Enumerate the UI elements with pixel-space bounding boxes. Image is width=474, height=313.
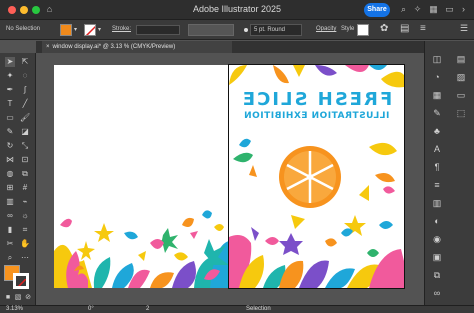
live-paint-tool-icon[interactable]: ⧉ bbox=[20, 169, 30, 179]
selection-status: No Selection bbox=[6, 26, 41, 32]
artboards-icon[interactable]: ▭ bbox=[455, 89, 467, 101]
color-mode-icon[interactable]: ■ bbox=[3, 293, 13, 303]
document-tab-label: window display.ai* @ 3.13 % (CMYK/Previe… bbox=[52, 44, 176, 50]
color-guide-icon[interactable]: ◔ bbox=[431, 71, 443, 83]
mesh-tool-icon[interactable]: # bbox=[20, 183, 30, 193]
libraries-icon[interactable]: ▤ bbox=[455, 53, 467, 65]
panel-menu-icon[interactable]: ☰ bbox=[460, 23, 468, 34]
appearance-icon[interactable]: ◉ bbox=[431, 233, 443, 245]
swatches-icon[interactable]: ▦ bbox=[431, 89, 443, 101]
symbol-sprayer-tool-icon[interactable]: ☼ bbox=[20, 211, 30, 221]
zoom-tool-icon[interactable]: ⌕ bbox=[5, 253, 15, 263]
symbols-icon[interactable]: ♣ bbox=[431, 125, 443, 137]
transparency-icon[interactable]: ◐ bbox=[431, 215, 443, 227]
arrange-documents-icon[interactable]: ▦ bbox=[428, 4, 439, 15]
status-bar: 3.13% 0° 2 Selection bbox=[0, 305, 474, 313]
artboard-1-artwork bbox=[54, 210, 229, 288]
artwork-headline: FRESH SLICE bbox=[240, 89, 393, 110]
blend-tool-icon[interactable]: ∞ bbox=[5, 211, 15, 221]
perspective-grid-tool-icon[interactable]: ⊞ bbox=[5, 183, 15, 193]
none-mode-icon[interactable]: ⊘ bbox=[23, 293, 33, 303]
current-tool: Selection bbox=[246, 306, 271, 312]
asset-export-icon[interactable]: ⬚ bbox=[455, 107, 467, 119]
close-tab-icon[interactable]: × bbox=[46, 44, 50, 50]
gradient-mode-icon[interactable]: ▧ bbox=[13, 293, 23, 303]
none-stroke-icon bbox=[85, 25, 95, 35]
style-swatch[interactable] bbox=[357, 24, 369, 36]
links-icon[interactable]: ∞ bbox=[431, 287, 443, 299]
brushes-icon[interactable]: ✎ bbox=[431, 107, 443, 119]
control-bar: No Selection ▾ ▾ Stroke: 5 pt. Round Opa… bbox=[0, 20, 474, 40]
fill-color-swatch[interactable] bbox=[60, 24, 72, 36]
character-icon[interactable]: A bbox=[431, 143, 443, 155]
direct-selection-tool-icon[interactable]: ⇱ bbox=[20, 57, 30, 67]
pen-tool-icon[interactable]: ✒ bbox=[5, 85, 15, 95]
scale-tool-icon[interactable]: ⤡ bbox=[20, 141, 30, 151]
graph-tool-icon[interactable]: ▮ bbox=[5, 225, 15, 235]
tools-panel: ➤ ⇱ ✦ ◌ ✒ ∫ T ╱ ▭ 🖌 ✎ ◪ ↻ ⤡ ⋈ ⊡ ◍ ⧉ ⊞ # … bbox=[0, 53, 36, 305]
layers-panel-icon[interactable]: ▨ bbox=[455, 71, 467, 83]
shape-builder-tool-icon[interactable]: ◍ bbox=[5, 169, 15, 179]
lasso-tool-icon[interactable]: ◌ bbox=[20, 71, 30, 81]
paintbrush-tool-icon[interactable]: 🖌 bbox=[20, 113, 30, 123]
variable-width-field[interactable] bbox=[188, 24, 234, 36]
artboard-1[interactable] bbox=[54, 65, 229, 288]
panel-dock: ◫ ▤ ◔ ▨ ▦ ▭ ✎ ⬚ ♣ A ¶ ≡ ▥ ◐ ◉ ▣ ⧉ ∞ bbox=[424, 41, 474, 305]
stroke-label[interactable]: Stroke: bbox=[112, 26, 131, 32]
eyedropper-tool-icon[interactable]: ⌁ bbox=[20, 197, 30, 207]
canvas-area[interactable]: FRESH SLICE ILLUSTRATION EXHIBITION bbox=[36, 53, 424, 305]
align-icon[interactable]: ≡ bbox=[420, 23, 426, 34]
type-tool-icon[interactable]: T bbox=[5, 99, 15, 109]
more-icon[interactable]: › bbox=[458, 4, 469, 15]
gradient-tool-icon[interactable]: ▥ bbox=[5, 197, 15, 207]
brush-dot-icon bbox=[244, 28, 248, 32]
paragraph-icon[interactable]: ¶ bbox=[431, 161, 443, 173]
brush-definition-field[interactable]: 5 pt. Round bbox=[250, 24, 302, 36]
search-icon[interactable]: ⌕ bbox=[398, 4, 409, 15]
stroke-dropdown-icon[interactable]: ▾ bbox=[98, 26, 101, 33]
artboard-number[interactable]: 2 bbox=[146, 306, 149, 312]
style-label: Style bbox=[341, 26, 355, 32]
fill-dropdown-icon[interactable]: ▾ bbox=[74, 26, 77, 33]
lightbulb-icon[interactable]: ✧ bbox=[412, 4, 423, 15]
width-tool-icon[interactable]: ⋈ bbox=[5, 155, 15, 165]
stroke-color-swatch[interactable] bbox=[84, 24, 96, 36]
line-tool-icon[interactable]: ╱ bbox=[20, 99, 30, 109]
document-tab[interactable]: × window display.ai* @ 3.13 % (CMYK/Previ… bbox=[42, 41, 232, 53]
magic-wand-tool-icon[interactable]: ✦ bbox=[5, 71, 15, 81]
layers-icon[interactable]: ⧉ bbox=[431, 269, 443, 281]
share-button[interactable]: Share bbox=[364, 3, 390, 17]
artboard-2[interactable]: FRESH SLICE ILLUSTRATION EXHIBITION bbox=[228, 64, 405, 289]
document-tab-bar: × window display.ai* @ 3.13 % (CMYK/Previ… bbox=[36, 41, 424, 53]
properties-icon[interactable]: ◫ bbox=[431, 53, 443, 65]
workspace-icon[interactable]: ▭ bbox=[444, 4, 455, 15]
recolor-icon[interactable]: ✿ bbox=[380, 23, 388, 34]
zoom-level[interactable]: 3.13% bbox=[6, 306, 23, 312]
shaper-tool-icon[interactable]: ✎ bbox=[5, 127, 15, 137]
rotate-tool-icon[interactable]: ↻ bbox=[5, 141, 15, 151]
stroke-panel-icon[interactable]: ≡ bbox=[431, 179, 443, 191]
more-tools-icon[interactable]: ⋯ bbox=[20, 253, 30, 263]
free-transform-tool-icon[interactable]: ⊡ bbox=[20, 155, 30, 165]
opacity-label[interactable]: Opacity bbox=[316, 26, 336, 32]
graphic-styles-icon[interactable]: ▣ bbox=[431, 251, 443, 263]
selection-tool-icon[interactable]: ➤ bbox=[5, 57, 15, 67]
artboard-tool-icon[interactable]: ⌗ bbox=[20, 225, 30, 235]
eraser-tool-icon[interactable]: ◪ bbox=[20, 127, 30, 137]
title-bar: ⌂ Adobe Illustrator 2025 Share ⌕ ✧ ▦ ▭ › bbox=[0, 0, 474, 20]
curvature-tool-icon[interactable]: ∫ bbox=[20, 85, 30, 95]
stroke-weight-field[interactable] bbox=[136, 25, 180, 35]
rectangle-tool-icon[interactable]: ▭ bbox=[5, 113, 15, 123]
gradient-panel-icon[interactable]: ▥ bbox=[431, 197, 443, 209]
rotation-value[interactable]: 0° bbox=[88, 306, 94, 312]
stroke-swatch[interactable] bbox=[13, 273, 29, 289]
document-setup-icon[interactable]: ▤ bbox=[400, 23, 409, 34]
artwork-subheadline: ILLUSTRATION EXHIBITION bbox=[243, 111, 390, 121]
none-icon bbox=[17, 278, 26, 286]
slice-tool-icon[interactable]: ✂ bbox=[5, 239, 15, 249]
hand-tool-icon[interactable]: ✋ bbox=[20, 239, 30, 249]
